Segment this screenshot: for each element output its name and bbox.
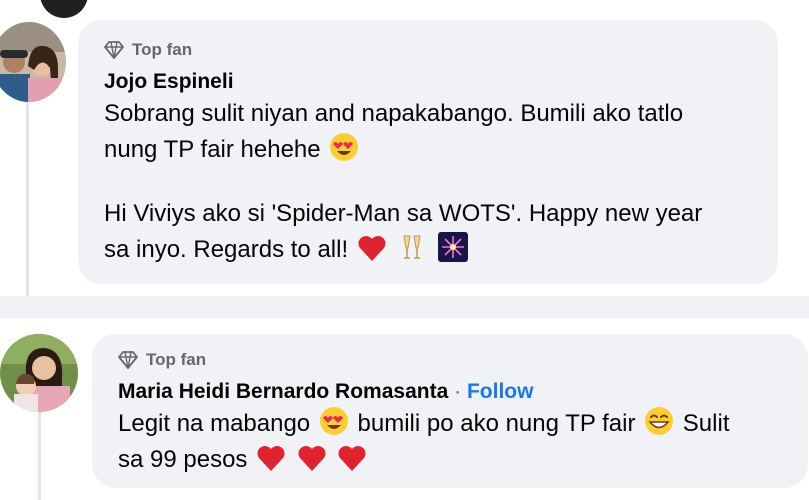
diamond-icon <box>118 351 138 369</box>
avatar-maria-heidi[interactable] <box>0 334 78 412</box>
comment-text-line: Hi Viviys ako si 'Spider-Man sa WOTS'. H… <box>104 200 703 227</box>
separator-dot: · <box>454 380 462 403</box>
author-name: Maria Heidi Bernardo Romasanta · Follow <box>118 380 533 404</box>
champagne-glasses-emoji-icon <box>397 232 427 262</box>
author-name-link[interactable]: Maria Heidi Bernardo Romasanta <box>118 380 448 403</box>
comment-text-line: Sulit <box>682 410 730 437</box>
comment-text: Sobrang sulit niyan and napakabango. Bum… <box>104 96 774 268</box>
top-fan-badge: Top fan <box>104 40 192 60</box>
follow-button[interactable]: Follow <box>467 380 534 403</box>
top-fan-badge: Top fan <box>118 350 206 370</box>
diamond-icon <box>104 41 124 59</box>
author-name[interactable]: Jojo Espineli <box>104 70 234 94</box>
red-heart-emoji-icon <box>297 444 327 472</box>
red-heart-emoji-icon <box>357 234 387 262</box>
thread-line <box>38 412 41 500</box>
comment-text-line: sa inyo. Regards to all! <box>104 236 349 263</box>
grinning-face-emoji-icon <box>644 406 674 436</box>
badge-label: Top fan <box>146 350 207 369</box>
badge-label: Top fan <box>132 40 193 59</box>
red-heart-emoji-icon <box>256 444 286 472</box>
fireworks-emoji-icon <box>438 232 469 262</box>
comment-text-line: nung TP fair hehehe <box>104 136 321 163</box>
comment-text: Legit na mabango bumili po ako nung TP f… <box>118 406 804 478</box>
thread-line <box>26 100 29 296</box>
comment-text-line: bumili po ako nung TP fair <box>357 410 636 437</box>
comment-text-line: Sobrang sulit niyan and napakabango. Bum… <box>104 100 684 127</box>
heart-eyes-emoji-icon <box>319 406 349 436</box>
comment-text-line: Legit na mabango <box>118 410 311 437</box>
red-heart-emoji-icon <box>337 444 367 472</box>
comment-text-line: sa 99 pesos <box>118 446 248 473</box>
heart-eyes-emoji-icon <box>329 132 359 162</box>
